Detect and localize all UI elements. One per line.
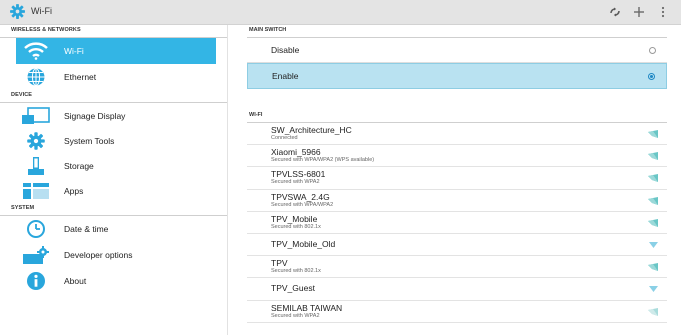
sidebar-item-label: Date & time: [64, 224, 109, 234]
wifi-network-item[interactable]: SEMILAB TAIWAN Secured with WPA2: [247, 301, 667, 323]
sidebar-item-label: Signage Display: [64, 110, 126, 121]
sidebar-item-label: Apps: [64, 185, 84, 196]
wifi-signal-icon: [648, 307, 658, 316]
wifi-status: Connected: [271, 135, 298, 141]
sidebar-item-wifi[interactable]: Wi-Fi: [16, 38, 216, 64]
sidebar-item-label: Ethernet: [64, 72, 97, 82]
enable-option-label: Enable: [272, 71, 299, 81]
wifi-network-item[interactable]: SW_Architecture_HC Connected: [247, 123, 667, 146]
wifi-signal-icon: [649, 241, 658, 248]
gear-icon: [19, 130, 52, 152]
storage-icon: [19, 155, 52, 177]
wifi-network-item[interactable]: Xiaomi_5966 Secured with WPA/WPA2 (WPS a…: [247, 145, 667, 168]
enable-option[interactable]: Enable: [247, 63, 667, 89]
sidebar-item-storage[interactable]: Storage: [16, 153, 216, 178]
section-header-system: SYSTEM: [0, 203, 227, 216]
wifi-network-item[interactable]: TPVSWA_2.4G Secured with WPA/WPA2: [247, 190, 667, 212]
overflow-menu-icon[interactable]: [651, 3, 675, 21]
developer-icon: [19, 244, 52, 266]
apps-icon: [19, 180, 52, 202]
wifi-network-item[interactable]: TPV Secured with 802.1x: [247, 256, 667, 279]
wifi-network-item[interactable]: TPV_Mobile_Old: [247, 234, 667, 257]
wifi-signal-icon: [648, 174, 658, 183]
sidebar-item-label: Developer options: [64, 250, 133, 260]
disable-option[interactable]: Disable: [247, 38, 667, 63]
section-header-wifi: WI-FI: [247, 110, 667, 123]
sidebar-item-apps[interactable]: Apps: [16, 178, 216, 203]
wifi-network-item[interactable]: TPVLSS-6801 Secured with WPA2: [247, 167, 667, 190]
disable-option-label: Disable: [271, 45, 300, 55]
display-icon: [19, 105, 52, 127]
sidebar-item-label: System Tools: [64, 135, 115, 146]
sidebar-item-label: Wi-Fi: [64, 46, 84, 56]
wifi-signal-icon: [648, 218, 658, 227]
sidebar-item-system-tools[interactable]: System Tools: [16, 128, 216, 153]
section-header-wireless: WIRELESS & NETWORKS: [0, 25, 227, 38]
settings-sidebar: WIRELESS & NETWORKS Wi-Fi Ethernet DEVIC…: [0, 25, 228, 335]
wifi-ssid: TPV_Guest: [271, 283, 315, 294]
wifi-signal-icon: [648, 152, 658, 161]
wifi-icon: [19, 40, 52, 62]
page-title: Wi-Fi: [31, 6, 52, 16]
wifi-status: Secured with WPA2: [271, 312, 320, 319]
wifi-status: Secured with WPA2: [271, 179, 320, 186]
sidebar-item-signage-display[interactable]: Signage Display: [16, 103, 216, 128]
add-icon[interactable]: [627, 3, 651, 21]
disable-radio[interactable]: [649, 47, 656, 54]
wifi-status: Secured with WPA/WPA2: [271, 201, 334, 208]
wifi-status: Secured with 802.1x: [271, 268, 321, 275]
info-icon: [19, 270, 52, 292]
sidebar-item-about[interactable]: About: [16, 268, 216, 294]
wifi-status: Secured with WPA/WPA2 (WPS available): [271, 157, 375, 164]
wifi-signal-icon: [649, 286, 658, 293]
sidebar-item-developer-options[interactable]: Developer options: [16, 242, 216, 268]
wifi-network-item[interactable]: TPV_Mobile Secured with 802.1x: [247, 212, 667, 234]
gear-icon: [10, 4, 25, 19]
sidebar-item-label: Storage: [64, 160, 94, 171]
sidebar-item-date-time[interactable]: Date & time: [16, 216, 216, 242]
wifi-settings-panel: MAIN SWITCH Disable Enable WI-FI SW_Arch…: [247, 25, 667, 335]
wifi-ssid: TPV_Mobile_Old: [271, 238, 336, 249]
wifi-signal-icon: [648, 130, 658, 138]
wifi-signal-icon: [648, 263, 658, 272]
wifi-status: Secured with 802.1x: [271, 223, 321, 230]
enable-radio[interactable]: [648, 73, 655, 80]
sidebar-item-ethernet[interactable]: Ethernet: [16, 64, 216, 90]
ethernet-globe-icon: [19, 66, 52, 88]
wifi-signal-icon: [648, 196, 658, 205]
wifi-network-item[interactable]: TPV_Guest: [247, 278, 667, 301]
clock-icon: [19, 218, 52, 240]
sidebar-item-label: About: [64, 276, 87, 286]
action-bar: Wi-Fi: [0, 0, 681, 25]
section-header-main-switch: MAIN SWITCH: [247, 25, 667, 38]
section-header-device: DEVICE: [0, 90, 227, 103]
wps-icon[interactable]: [603, 3, 627, 21]
